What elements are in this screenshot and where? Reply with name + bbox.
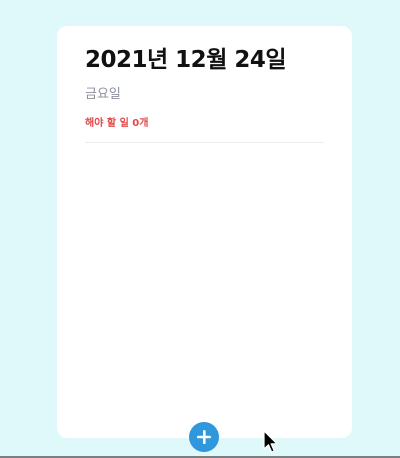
date-title: 2021년 12월 24일: [85, 47, 287, 73]
mouse-pointer-icon: [263, 430, 278, 453]
weekday-label: 금요일: [85, 87, 121, 102]
add-todo-button[interactable]: [189, 422, 219, 452]
plus-icon: [197, 430, 211, 444]
todo-list: [85, 146, 324, 418]
todo-header: 2021년 12월 24일 금요일 해야 할 일 0개: [57, 26, 352, 131]
header-divider: [85, 142, 324, 143]
remaining-tasks-count: 해야 할 일 0개: [85, 118, 149, 129]
todo-card: 2021년 12월 24일 금요일 해야 할 일 0개: [57, 26, 352, 438]
